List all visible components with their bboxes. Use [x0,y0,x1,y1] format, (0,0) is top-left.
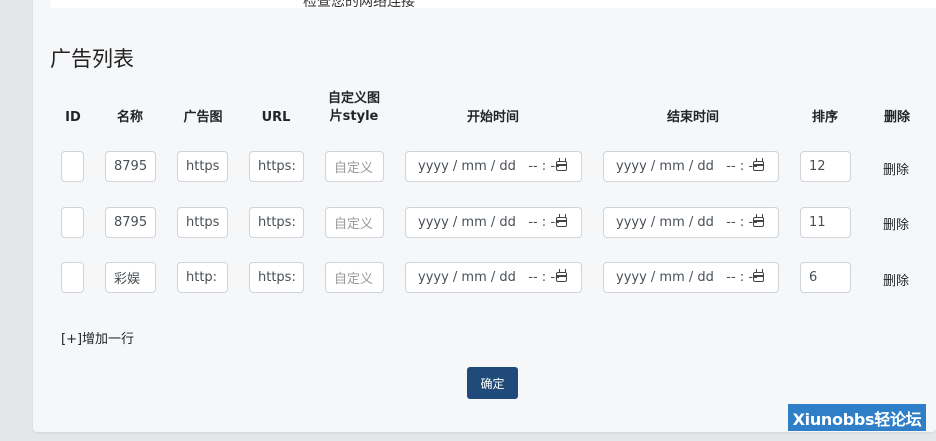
top-notice-box: 检查您的网络连接 [51,0,936,8]
end-time-value: yyyy / mm / dd -- : -- [616,270,758,285]
col-header-id: ID [65,110,81,125]
ad-image-input[interactable]: https [177,207,228,238]
name-input[interactable]: 彩娱 [105,262,156,293]
col-header-order: 排序 [811,110,838,125]
calendar-icon[interactable] [556,269,567,282]
ad-image-input[interactable]: http: [177,262,228,293]
col-header-custom-style-line2: 片style [329,109,379,124]
calendar-icon[interactable] [753,158,764,171]
calendar-icon[interactable] [556,214,567,227]
order-input[interactable]: 11 [800,207,851,238]
start-time-input[interactable]: yyyy / mm / dd -- : -- [405,207,582,238]
start-time-value: yyyy / mm / dd -- : -- [418,159,560,174]
calendar-icon[interactable] [753,269,764,282]
col-header-delete: 删除 [883,110,910,125]
order-input[interactable]: 6 [800,262,851,293]
end-time-value: yyyy / mm / dd -- : -- [616,159,758,174]
delete-link[interactable]: 删除 [883,159,909,178]
start-time-input[interactable]: yyyy / mm / dd -- : -- [405,151,582,182]
col-header-custom-style-line1: 自定义图 [327,91,380,106]
id-input[interactable] [61,207,84,238]
col-header-start-time: 开始时间 [466,110,519,125]
delete-link[interactable]: 删除 [883,270,909,289]
calendar-icon[interactable] [556,158,567,171]
start-time-input[interactable]: yyyy / mm / dd -- : -- [405,262,582,293]
end-time-value: yyyy / mm / dd -- : -- [616,215,758,230]
ad-image-input[interactable]: https [177,151,228,182]
end-time-input[interactable]: yyyy / mm / dd -- : -- [603,207,779,238]
calendar-icon[interactable] [753,214,764,227]
col-header-name: 名称 [116,110,143,125]
custom-style-placeholder: 自定义 [334,272,374,287]
start-time-value: yyyy / mm / dd -- : -- [418,270,560,285]
col-header-url: URL [261,110,291,125]
id-input[interactable] [61,151,84,182]
url-input[interactable]: https: [249,262,304,293]
custom-style-input[interactable]: 自定义 [325,207,384,238]
col-header-ad-image: 广告图 [183,110,223,125]
order-input[interactable]: 12 [800,151,851,182]
custom-style-placeholder: 自定义 [334,217,374,232]
id-input[interactable] [61,262,84,293]
end-time-input[interactable]: yyyy / mm / dd -- : -- [603,151,779,182]
col-header-custom-style: 自定义图 片style [319,90,389,126]
name-input[interactable]: 8795 [105,207,156,238]
custom-style-input[interactable]: 自定义 [325,151,384,182]
custom-style-placeholder: 自定义 [334,161,374,176]
main-panel: 检查您的网络连接 广告列表 ID 名称 广告图 URL 自定义图 片style … [33,0,936,432]
confirm-button[interactable]: 确定 [467,367,518,399]
end-time-input[interactable]: yyyy / mm / dd -- : -- [603,262,779,293]
page-title: 广告列表 [50,47,134,71]
start-time-value: yyyy / mm / dd -- : -- [418,215,560,230]
delete-link[interactable]: 删除 [883,214,909,233]
custom-style-input[interactable]: 自定义 [325,262,384,293]
url-input[interactable]: https: [249,207,304,238]
col-header-end-time: 结束时间 [666,110,719,125]
add-row-link[interactable]: [+]增加一行 [61,328,134,347]
top-notice-text: 检查您的网络连接 [303,0,415,8]
url-input[interactable]: https: [249,151,304,182]
watermark-logo: Xiunobbs轻论坛 [788,404,926,431]
name-input[interactable]: 8795 [105,151,156,182]
